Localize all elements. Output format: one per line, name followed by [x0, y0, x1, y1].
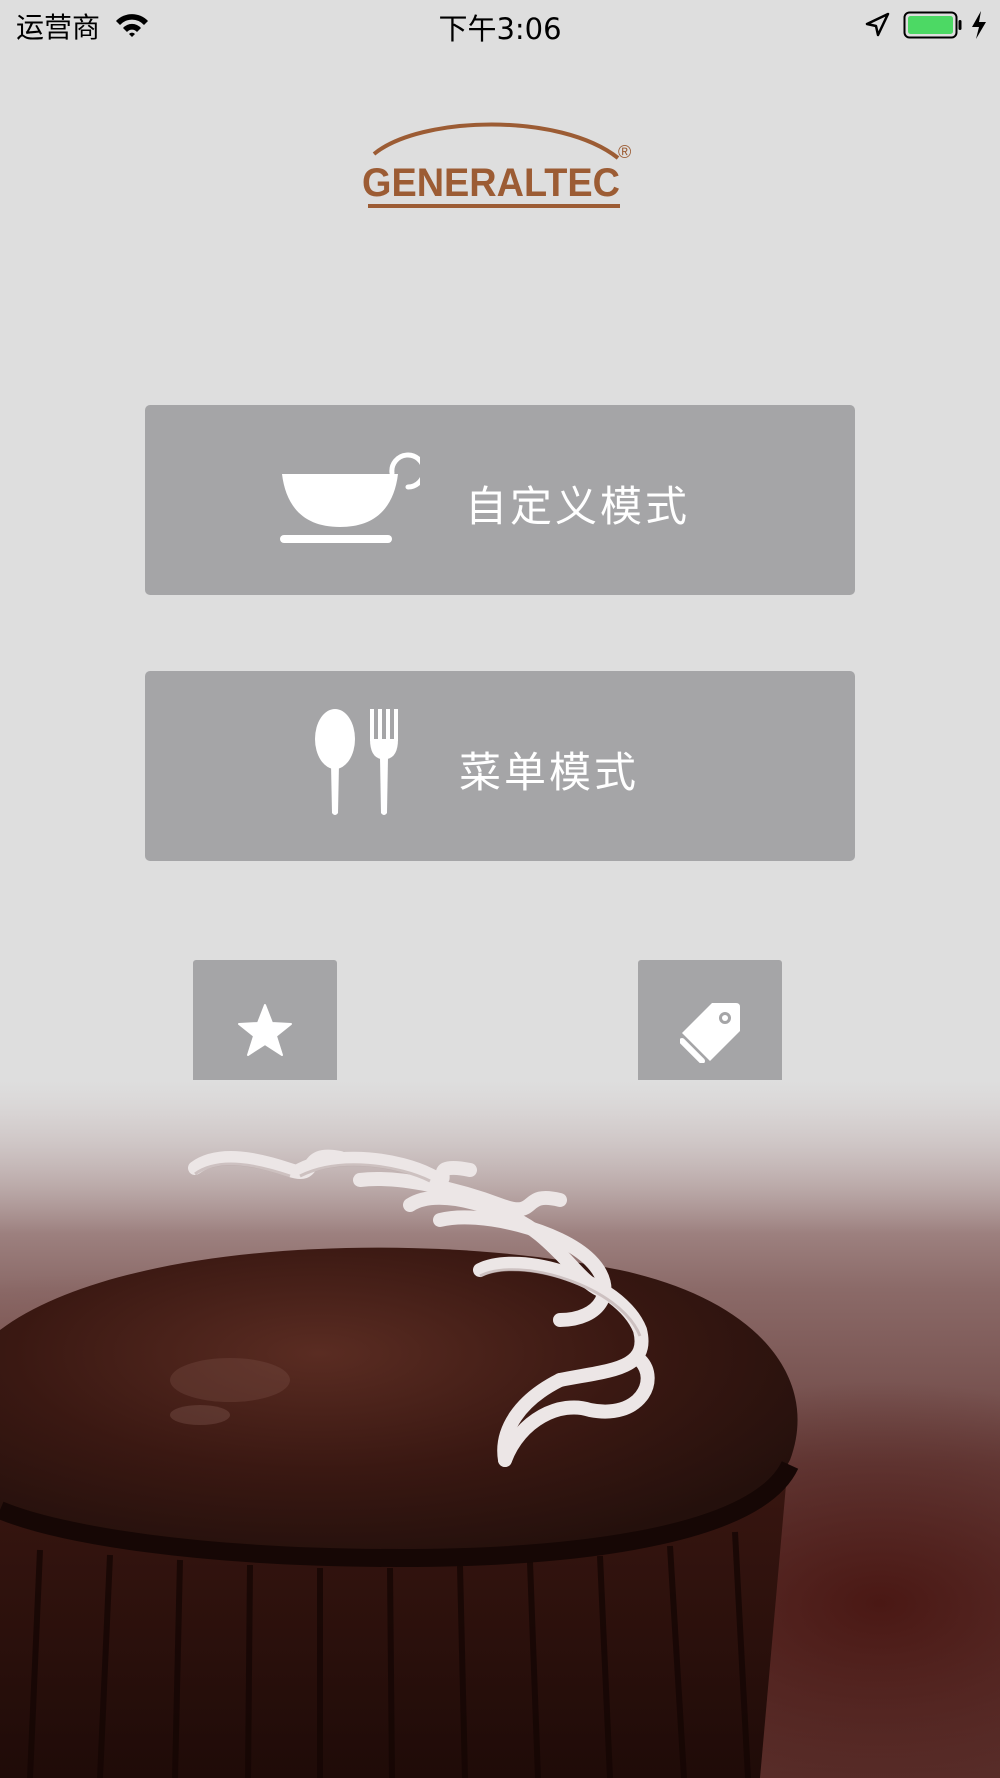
custom-mode-label: 自定义模式	[465, 482, 691, 531]
location-arrow-icon	[864, 12, 890, 42]
menu-mode-button[interactable]: 菜单模式	[145, 671, 855, 861]
chocolate-cupcake-image	[0, 1080, 1000, 1778]
charging-bolt-icon	[970, 10, 988, 44]
coffee-cup-icon	[280, 447, 427, 551]
spoon-fork-icon	[315, 709, 405, 823]
status-time: 下午3:06	[438, 12, 562, 46]
star-icon	[238, 1004, 292, 1056]
menu-mode-label: 菜单模式	[459, 748, 640, 797]
brand-logo: GENERALTEC ®	[360, 118, 640, 218]
logo-text: GENERALTEC	[362, 161, 620, 205]
tag-icon	[680, 1003, 740, 1063]
status-bar: 运营商 下午3:06	[0, 0, 1000, 50]
registered-mark: ®	[618, 142, 631, 162]
battery-icon	[903, 10, 963, 44]
custom-mode-button[interactable]: 自定义模式	[145, 405, 855, 595]
